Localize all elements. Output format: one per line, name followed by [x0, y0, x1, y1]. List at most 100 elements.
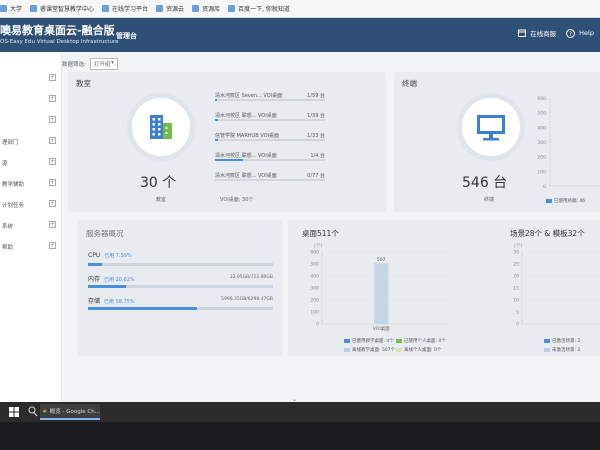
main-content: 数据筛选: 打开组 ▾ 教室 30 个 教室 清水河校区 Seven... VO… — [62, 52, 600, 402]
search-icon[interactable] — [28, 406, 38, 417]
sidebar-item[interactable]: 理部门 + — [0, 135, 62, 149]
legend-swatch — [344, 347, 350, 352]
bookmark-icon — [102, 5, 110, 12]
classroom-usage-bar — [215, 179, 325, 181]
expand-icon[interactable]: + — [49, 242, 56, 249]
classroom-list-item[interactable]: 清水河校区 联想... VOI桌面 1/39 台 — [215, 112, 325, 126]
sidebar-item[interactable]: 源 + — [0, 156, 62, 170]
monitor-icon — [477, 115, 505, 141]
desktop-y-tick: 200 — [310, 298, 319, 304]
bookmark-item[interactable]: 在线学习平台 — [102, 4, 148, 13]
desktop-legend-label: 已使用教学桌面: 4个 — [352, 339, 394, 344]
classroom-list-item[interactable]: 信管学院 MARHUB VOI桌面 1/33 台 — [215, 132, 325, 146]
terminal-y-tick: 600 — [537, 96, 546, 102]
bookmarks-bar: 大学 睿课堂智慧教学中心 在线学习平台 资源云 资源库 百度一下, 你就知道 — [0, 0, 600, 18]
legend-swatch — [344, 338, 350, 343]
expand-icon[interactable]: + — [49, 200, 56, 207]
server-usage-row: CPU 已用 7.59% — [88, 252, 273, 274]
server-card: 服务器概况 CPU 已用 7.59% 内存 已用 20.62% 32.95GB/722.… — [78, 220, 282, 356]
terminal-card: 终端 546 台 终端 600 500 400 300 200 100 0 已使用终端: 4… — [394, 72, 600, 212]
sidebar-item[interactable]: 教学辅助 + — [0, 177, 62, 191]
terminal-title: 终端 — [402, 79, 417, 88]
classroom-usage-count: 0/77 台 — [307, 173, 325, 179]
desktop-legend-item: 离线个人桌面: 0个 — [396, 347, 441, 353]
data-filter: 数据筛选: 打开组 ▾ — [62, 58, 118, 70]
taskbar-chrome-app[interactable]: 概览 - Google Ch... — [40, 404, 100, 420]
filter-value: 打开组 — [93, 62, 111, 68]
terminal-caption: 终端 — [484, 197, 495, 203]
expand-icon[interactable]: + — [49, 95, 56, 102]
help-label: Help — [579, 29, 594, 37]
bookmark-label: 资源库 — [202, 6, 221, 13]
terminal-legend: 已使用终端: 46 — [546, 198, 585, 204]
desktop-scene-card: 桌面511个 (个) 600 500 400 300 200 100 0 507 VOI桌面 已使… — [288, 220, 600, 356]
classroom-usage-count: 1/33 台 — [307, 133, 325, 139]
bookmark-label: 在线学习平台 — [112, 6, 149, 13]
server-usage-label: 内存 已用 20.62% — [88, 276, 135, 283]
desktop-legend-item: 已使用教学桌面: 4个 — [344, 338, 394, 344]
bookmark-icon — [192, 5, 200, 12]
classroom-list-item[interactable]: 清水河校区 联想... VOI桌面 1/4 台 — [215, 152, 325, 166]
classroom-list-item[interactable]: 清水河校区 联想... VOI桌面 0/77 台 — [215, 172, 325, 186]
classroom-list-item[interactable]: 清水河校区 Seven... VOI桌面 1/59 台 — [215, 92, 325, 106]
app-header: 噢易教育桌面云-融合版 OS-Easy Edu Virtual Desktop … — [0, 18, 600, 52]
expand-icon[interactable]: + — [49, 74, 56, 81]
desktop-legend-label: 已使用个人桌面: 0个 — [404, 339, 446, 344]
terminal-icon-circle — [462, 98, 520, 156]
voi-desktop-total: VOI桌面: 30个 — [220, 197, 254, 203]
sidebar: + + + 理部门 + 源 + 教学辅助 + 计划任务 + 系统 + 帮助 + — [0, 52, 62, 402]
sidebar-item[interactable]: + — [0, 72, 62, 86]
desktop-x-label: VOI桌面 — [373, 325, 390, 332]
bookmark-item[interactable]: 百度一下, 你就知道 — [228, 4, 290, 13]
classroom-usage-fill — [215, 119, 219, 121]
terminal-legend-label: 已使用终端: 46 — [554, 199, 586, 204]
classroom-usage-count: 1/4 台 — [310, 153, 325, 159]
filter-label: 数据筛选: — [62, 62, 86, 68]
windows-start-icon[interactable] — [9, 407, 19, 417]
taskbar-app-label: 概览 - Google Ch... — [49, 409, 100, 415]
desktop-bar-value: 507 — [377, 257, 386, 263]
sidebar-item[interactable]: 帮助 + — [0, 240, 62, 254]
server-usage-capacity: 5996.35GB/6298.47GB — [221, 297, 273, 302]
bookmark-item[interactable]: 资源云 — [156, 4, 184, 13]
classroom-name: 清水河校区 联想... VOI桌面 — [215, 153, 277, 159]
scene-y-tick: 25 — [513, 262, 519, 268]
scene-legend-item: 未激活场景: 2 — [544, 347, 580, 353]
classroom-name: 清水河校区 联想... VOI桌面 — [215, 113, 277, 119]
sidebar-item[interactable]: 计划任务 + — [0, 198, 62, 212]
bookmark-item[interactable]: 睿课堂智慧教学中心 — [30, 4, 94, 13]
expand-icon[interactable]: + — [49, 221, 56, 228]
scene-y-tick: 20 — [513, 274, 519, 280]
terminal-y-tick: 100 — [537, 169, 546, 175]
expand-icon[interactable]: + — [49, 179, 56, 186]
sidebar-item[interactable]: 系统 + — [0, 219, 62, 233]
server-usage-bar — [88, 307, 273, 310]
bookmark-item[interactable]: 资源库 — [192, 4, 220, 13]
classroom-usage-bar — [215, 119, 325, 121]
sidebar-item-label: 教学辅助 — [2, 182, 25, 188]
filter-select[interactable]: 打开组 ▾ — [89, 58, 118, 70]
terminal-y-tick: 200 — [537, 155, 546, 161]
bookmark-item[interactable]: 大学 — [0, 4, 22, 13]
expand-icon[interactable]: + — [49, 137, 56, 144]
server-usage-percent: 已用 7.59% — [104, 253, 132, 259]
help-icon: ? — [566, 28, 576, 38]
classroom-usage-count: 1/59 台 — [307, 93, 325, 99]
online-service-link[interactable]: 在线商服 — [518, 28, 556, 38]
help-link[interactable]: ? Help — [566, 28, 594, 38]
console-label[interactable]: 管理台 — [116, 31, 137, 41]
expand-icon[interactable]: + — [49, 158, 56, 165]
bookmark-icon — [156, 5, 164, 12]
online-service-label: 在线商服 — [530, 30, 557, 38]
chrome-icon — [43, 409, 47, 413]
expand-icon[interactable]: + — [49, 116, 56, 123]
calendar-icon — [518, 29, 527, 37]
bookmark-label: 百度一下, 你就知道 — [238, 6, 290, 13]
scene-y-tick: 15 — [513, 286, 519, 292]
classroom-caption: 教室 — [156, 197, 167, 203]
sidebar-item[interactable]: + — [0, 93, 62, 107]
sidebar-item[interactable]: + — [0, 114, 62, 128]
desktop-legend-item: 已使用个人桌面: 0个 — [396, 338, 446, 344]
server-usage-percent: 已用 20.62% — [104, 277, 135, 283]
sidebar-item-label: 理部门 — [2, 140, 19, 146]
